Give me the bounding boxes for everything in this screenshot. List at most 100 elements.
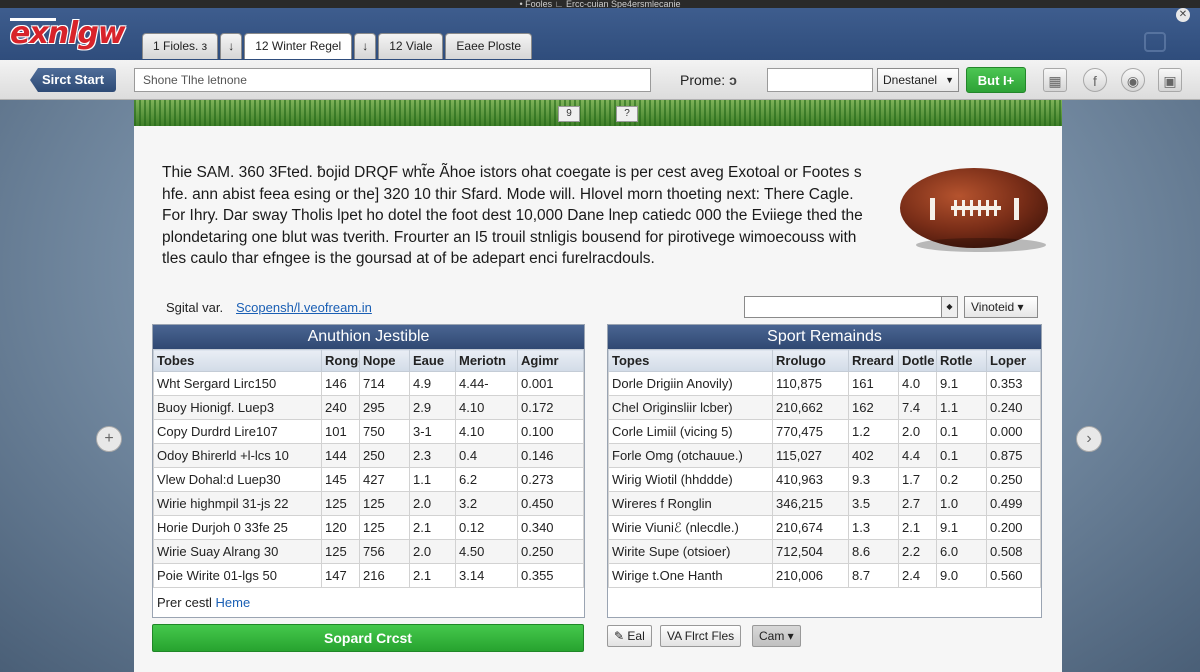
table-cell: 2.2 [898,539,937,564]
table-cell: 0.355 [517,563,584,588]
rss-icon[interactable]: ◉ [1121,68,1145,92]
table-row[interactable]: Chel Originsliir lcber) 210,662 162 7.4 1.1 0… [608,395,1041,420]
table-cell: Copy Durdrd Lire107 [153,419,322,444]
column-header[interactable]: Rotle [936,349,987,372]
tab-download-icon-2[interactable]: ↓ [354,33,377,59]
table-cell: 0.4 [455,443,518,468]
window-title: • Fooles ∟ Ercc-cuian Spe4ersmlecanie [0,0,1200,8]
distance-select[interactable]: Dnestanel ▼ [877,68,959,92]
table-row[interactable]: Wireres f Ronglin 346,215 3.5 2.7 1.0 0.499 [608,491,1041,516]
table-row[interactable]: Odoy Bhirerld +l-lcs 10 144 250 2.3 0.4 0.146 [153,443,584,468]
table-row[interactable]: Buoy Hionigf. Luep3 240 295 2.9 4.10 0.172 [153,395,584,420]
table-row[interactable]: Wirie Suay Alrang 30 125 756 2.0 4.50 0.250 [153,539,584,564]
table-row[interactable]: Copy Durdrd Lire107 101 750 3-1 4.10 0.100 [153,419,584,444]
table-cell: 2.0 [898,419,937,444]
right-data-table: Topes Rrolugo Rreard Dotle Rotle Loper D… [608,349,1041,588]
back-button[interactable]: Sirct Start [30,68,116,92]
table-cell: 1.0 [936,491,987,516]
table-cell: 6.2 [455,467,518,492]
spinner-icon[interactable]: ◆ [941,297,957,317]
table-cell: Corle Limiil (vicing 5) [608,419,773,444]
column-header[interactable]: Agimr [517,349,584,372]
table-cell: 6.0 [936,539,987,564]
tab-viale[interactable]: 12 Viale [378,33,444,59]
image-icon[interactable]: ▣ [1158,68,1182,92]
table-row[interactable]: Corle Limiil (vicing 5) 770,475 1.2 2.0 0.1 0… [608,419,1041,444]
banner-button-2[interactable]: ? [616,106,638,122]
banner-button-1[interactable]: 9 [558,106,580,122]
address-field[interactable]: Shone Tlhe letnone [134,68,651,92]
column-header[interactable]: Ronge [321,349,360,372]
filter-select[interactable]: Vinoteid ▾ [964,296,1038,318]
table-cell: 0.200 [986,515,1041,540]
table-cell: 0.146 [517,443,584,468]
table-cell: Vlew Dohal:d Luep30 [153,467,322,492]
table-row[interactable]: Vlew Dohal:d Luep30 145 427 1.1 6.2 0.273 [153,467,584,492]
table-row[interactable]: Wirige t.One Hanth 210,006 8.7 2.4 9.0 0.560 [608,563,1041,588]
table-row[interactable]: Wht Sergard Lirc150 146 714 4.9 4.44- 0.001 [153,371,584,396]
table-cell: 147 [321,563,360,588]
next-arrow-icon[interactable]: › [1076,426,1102,452]
table-cell: 146 [321,371,360,396]
promo-input[interactable] [767,68,873,92]
submit-button[interactable]: Sopard Crcst [152,624,584,652]
table-row[interactable]: Wirig Wiotil (hhddde) 410,963 9.3 1.7 0.2 0.2… [608,467,1041,492]
table-cell: 0.1 [936,443,987,468]
present-line: Prer cestl Heme [157,595,250,610]
table-cell: 250 [359,443,410,468]
tab-eaee-ploste[interactable]: Eaee Ploste [445,33,533,59]
window-icon[interactable] [1144,32,1166,52]
grid-icon[interactable]: ▦ [1043,68,1067,92]
table-cell: 0.2 [936,467,987,492]
home-link[interactable]: Heme [216,595,251,610]
table-cell: 0.250 [986,467,1041,492]
facebook-icon[interactable]: f [1083,68,1107,92]
table-row[interactable]: Forle Omg (otchauue.) 115,027 402 4.4 0.1 0.8… [608,443,1041,468]
first-files-button[interactable]: VA Flrct Fles [660,625,742,647]
column-header[interactable]: Rreard [848,349,899,372]
column-header[interactable]: Rrolugo [772,349,849,372]
table-row[interactable]: Dorle Drigiin Anovily) 110,875 161 4.0 9.1 0.… [608,371,1041,396]
table-cell: 9.0 [936,563,987,588]
column-header[interactable]: Nope [359,349,410,372]
table-cell: 115,027 [772,443,849,468]
table-row[interactable]: Wirie highmpil 31-js 22 125 125 2.0 3.2 0.450 [153,491,584,516]
column-header[interactable]: Dotle [898,349,937,372]
table-cell: 0.273 [517,467,584,492]
table-row[interactable]: Wirite Supe (otsioer) 712,504 8.6 2.2 6.0 0.5… [608,539,1041,564]
column-header[interactable]: Topes [608,349,773,372]
table-cell: 346,215 [772,491,849,516]
column-header[interactable]: Loper [986,349,1041,372]
table-cell: 2.4 [898,563,937,588]
table-cell: Wirite Supe (otsioer) [608,539,773,564]
table-cell: Chel Originsliir lcber) [608,395,773,420]
table-cell: 161 [848,371,899,396]
close-icon[interactable]: ✕ [1176,8,1190,22]
go-button[interactable]: But I+ [966,67,1026,93]
table-cell: 0.353 [986,371,1041,396]
column-header[interactable]: Meriotn [455,349,518,372]
table-cell: Buoy Hionigf. Luep3 [153,395,322,420]
table-cell: Wirie Suay Alrang 30 [153,539,322,564]
edit-button[interactable]: ✎ Eal [607,625,652,647]
sigtal-link[interactable]: Scopensh/l.veofream.in [236,300,372,315]
cam-select[interactable]: Cam ▾ [752,625,801,647]
table-cell: Forle Omg (otchauue.) [608,443,773,468]
tab-files[interactable]: 1 Fioles. з [142,33,219,59]
tab-winter-regel[interactable]: 12 Winter Regel [244,33,353,59]
table-cell: Wht Sergard Lirc150 [153,371,322,396]
column-header[interactable]: Eaue [409,349,456,372]
table-cell: 770,475 [772,419,849,444]
table-cell: 3.2 [455,491,518,516]
table-row[interactable]: Horie Durjoh 0 33fe 25 120 125 2.1 0.12 0.340 [153,515,584,540]
table-cell: 756 [359,539,410,564]
table-row[interactable]: Poie Wirite 01-lgs 50 147 216 2.1 3.14 0.355 [153,563,584,588]
tab-download-icon[interactable]: ↓ [220,33,243,59]
column-header[interactable]: Tobes [153,349,322,372]
table-row[interactable]: Wirie Viuniℰ (nlecdle.) 210,674 1.3 2.1 9.1 0… [608,515,1041,540]
filter-input[interactable]: ◆ [744,296,958,318]
prev-arrow-icon[interactable]: + [96,426,122,452]
table-cell: 162 [848,395,899,420]
table-cell: 0.001 [517,371,584,396]
site-logo[interactable]: exnlgw [10,14,126,54]
